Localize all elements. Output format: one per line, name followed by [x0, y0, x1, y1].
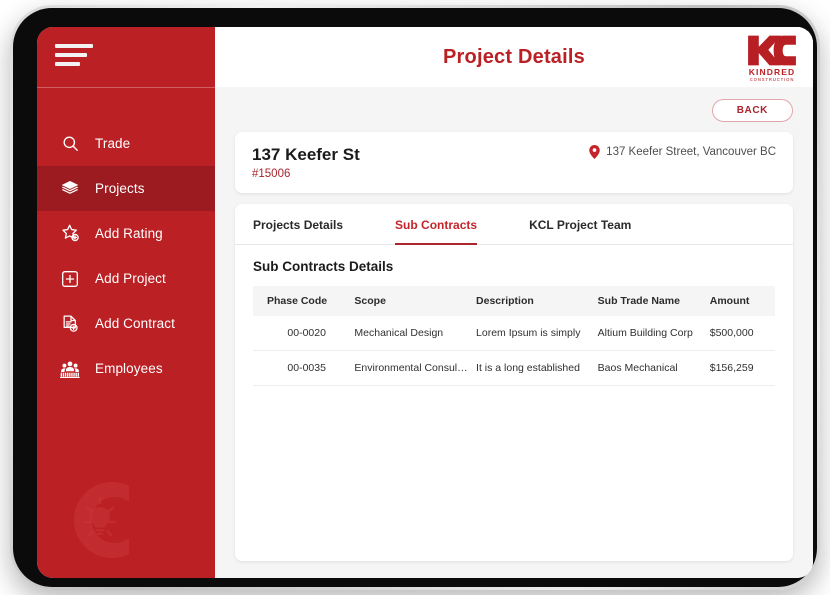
tab-sub-contracts[interactable]: Sub Contracts — [395, 205, 478, 246]
hamburger-line-1 — [55, 44, 93, 48]
sidebar-item-label: Add Contract — [95, 316, 175, 331]
cell-scope: Environmental Consultant — [350, 350, 473, 387]
cell-amount: $500,000 — [705, 316, 775, 352]
layers-icon — [57, 176, 83, 202]
project-details-card: Projects Details Sub Contracts KCL Proje… — [235, 204, 793, 561]
cell-scope: Mechanical Design — [350, 316, 473, 352]
page-title: Project Details — [443, 45, 585, 68]
sidebar-item-label: Trade — [95, 136, 131, 151]
sidebar: Trade Projects Add Rating Add Project Ad… — [37, 27, 215, 578]
logo-wordmark: KINDRED — [748, 67, 796, 78]
section-title: Sub Contracts Details — [253, 259, 394, 275]
sidebar-item-label: Add Project — [95, 271, 166, 286]
project-address: 137 Keefer Street, Vancouver BC — [606, 146, 776, 158]
sidebar-item-trade[interactable]: Trade — [37, 121, 215, 166]
project-location: 137 Keefer Street, Vancouver BC — [589, 144, 776, 164]
sidebar-item-add-project[interactable]: Add Project — [37, 256, 215, 301]
table-row[interactable]: 00-0035 Environmental Consultant It is a… — [253, 350, 775, 387]
logo-subtitle: CONSTRUCTION — [749, 76, 795, 82]
column-header-phase-code: Phase Code — [253, 286, 351, 317]
cell-description: Lorem Ipsum is simply — [472, 316, 594, 352]
people-group-icon — [57, 356, 83, 382]
star-plus-icon — [57, 221, 83, 247]
sidebar-item-add-rating[interactable]: Add Rating — [37, 211, 215, 256]
back-button[interactable]: BACK — [711, 99, 793, 122]
sub-contracts-section: Sub Contracts Details Phase Code Scope D… — [235, 245, 793, 387]
table-row[interactable]: 00-0020 Mechanical Design Lorem Ipsum is… — [253, 316, 775, 352]
sidebar-header — [37, 27, 215, 88]
kcl-c-bulb-watermark — [59, 470, 169, 570]
cell-sub-trade-name: Baos Mechanical — [593, 350, 706, 387]
square-plus-icon — [57, 266, 83, 292]
table-header-row: Phase Code Scope Description Sub Trade N… — [253, 286, 775, 317]
cell-description: It is a long established — [472, 350, 594, 387]
search-icon — [57, 131, 83, 157]
tab-bar: Projects Details Sub Contracts KCL Proje… — [235, 204, 793, 246]
sidebar-item-label: Add Rating — [95, 226, 163, 241]
map-pin-icon — [589, 145, 600, 164]
sidebar-item-label: Employees — [95, 361, 163, 376]
column-header-sub-trade-name: Sub Trade Name — [593, 286, 706, 317]
column-header-scope: Scope — [350, 286, 473, 317]
project-identity: 137 Keefer St #15006 — [252, 144, 360, 180]
table-body: 00-0020 Mechanical Design Lorem Ipsum is… — [253, 316, 775, 387]
project-header-card: 137 Keefer St #15006 137 Keefer Street, … — [235, 132, 793, 194]
cell-amount: $156,259 — [705, 350, 775, 387]
column-header-amount: Amount — [705, 286, 775, 317]
table-header: Phase Code Scope Description Sub Trade N… — [253, 286, 775, 317]
hamburger-line-3 — [55, 62, 80, 66]
tab-projects-details[interactable]: Projects Details — [253, 205, 343, 245]
hamburger-icon[interactable] — [55, 44, 97, 72]
tablet-screen: Trade Projects Add Rating Add Project Ad… — [37, 27, 813, 578]
sidebar-item-employees[interactable]: Employees — [37, 346, 215, 391]
sidebar-nav: Trade Projects Add Rating Add Project Ad… — [37, 88, 215, 391]
sub-contracts-table: Phase Code Scope Description Sub Trade N… — [253, 286, 775, 387]
project-name: 137 Keefer St — [252, 145, 360, 164]
kindred-construction-logo: KINDRED CONSTRUCTION — [743, 33, 801, 83]
main-area: Project Details KINDRED CONSTRUCTION BAC… — [215, 27, 813, 578]
top-bar: Project Details KINDRED CONSTRUCTION — [215, 27, 813, 87]
sidebar-item-projects[interactable]: Projects — [37, 166, 215, 211]
column-header-description: Description — [472, 286, 594, 317]
back-row: BACK — [235, 99, 793, 122]
cell-phase-code: 00-0020 — [253, 316, 351, 352]
kc-monogram-icon — [748, 35, 796, 66]
sidebar-item-label: Projects — [95, 181, 145, 196]
sidebar-item-add-contract[interactable]: Add Contract — [37, 301, 215, 346]
project-code: #15006 — [252, 168, 291, 181]
cell-sub-trade-name: Altium Building Corp — [593, 316, 706, 352]
document-add-icon — [57, 311, 83, 337]
content-area: BACK 137 Keefer St #15006 137 Keefer Str… — [215, 87, 813, 578]
tablet-device-frame: Trade Projects Add Rating Add Project Ad… — [10, 5, 820, 590]
hamburger-line-2 — [55, 53, 87, 57]
tab-kcl-project-team[interactable]: KCL Project Team — [529, 205, 631, 245]
cell-phase-code: 00-0035 — [253, 350, 351, 387]
